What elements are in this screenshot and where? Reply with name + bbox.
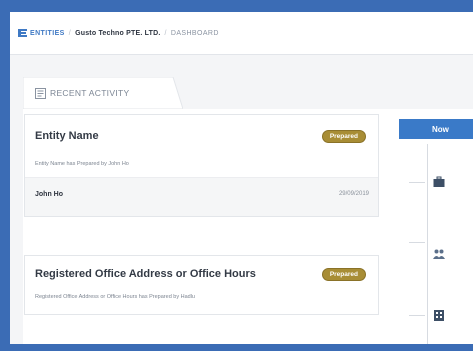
activity-list-icon <box>35 87 46 99</box>
timeline-line <box>427 144 428 344</box>
status-badge: Prepared <box>321 268 366 281</box>
timeline-connector <box>409 182 425 183</box>
breadcrumb-entities-link[interactable]: ENTITIES <box>30 30 65 37</box>
activity-card[interactable]: Entity Name Prepared Entity Name has Pre… <box>24 114 379 217</box>
breadcrumb-entity-link[interactable]: Gusto Techno PTE. LTD. <box>75 30 160 37</box>
timeline-now-marker: Now <box>399 119 473 139</box>
breadcrumb: ENTITIES / Gusto Techno PTE. LTD. / DASH… <box>10 12 473 54</box>
building-icon <box>434 310 444 321</box>
tab-recent-activity[interactable]: RECENT ACTIVITY <box>23 77 183 109</box>
activity-title: Entity Name <box>35 130 99 142</box>
breadcrumb-separator: / <box>68 29 72 37</box>
entities-icon <box>18 29 27 37</box>
activity-card[interactable]: Registered Office Address or Office Hour… <box>24 255 379 315</box>
app-frame: ENTITIES / Gusto Techno PTE. LTD. / DASH… <box>10 12 473 344</box>
timeline-connector <box>409 315 425 316</box>
activity-description: Entity Name has Prepared by John Ho <box>35 161 129 167</box>
tab-label: RECENT ACTIVITY <box>50 88 130 98</box>
activity-title: Registered Office Address or Office Hour… <box>35 268 256 280</box>
activity-date: 29/09/2019 <box>338 191 369 197</box>
users-icon <box>433 249 445 259</box>
status-badge: Prepared <box>321 130 366 143</box>
timeline-connector <box>409 242 425 243</box>
breadcrumb-separator: / <box>164 29 167 37</box>
activity-footer: John Ho 29/09/2019 <box>25 178 378 216</box>
activity-user: John Ho <box>35 191 63 198</box>
activity-description: Registered Office Address or Office Hour… <box>35 294 195 300</box>
briefcase-icon <box>433 176 445 187</box>
breadcrumb-current-page: DASHBOARD <box>170 29 219 37</box>
